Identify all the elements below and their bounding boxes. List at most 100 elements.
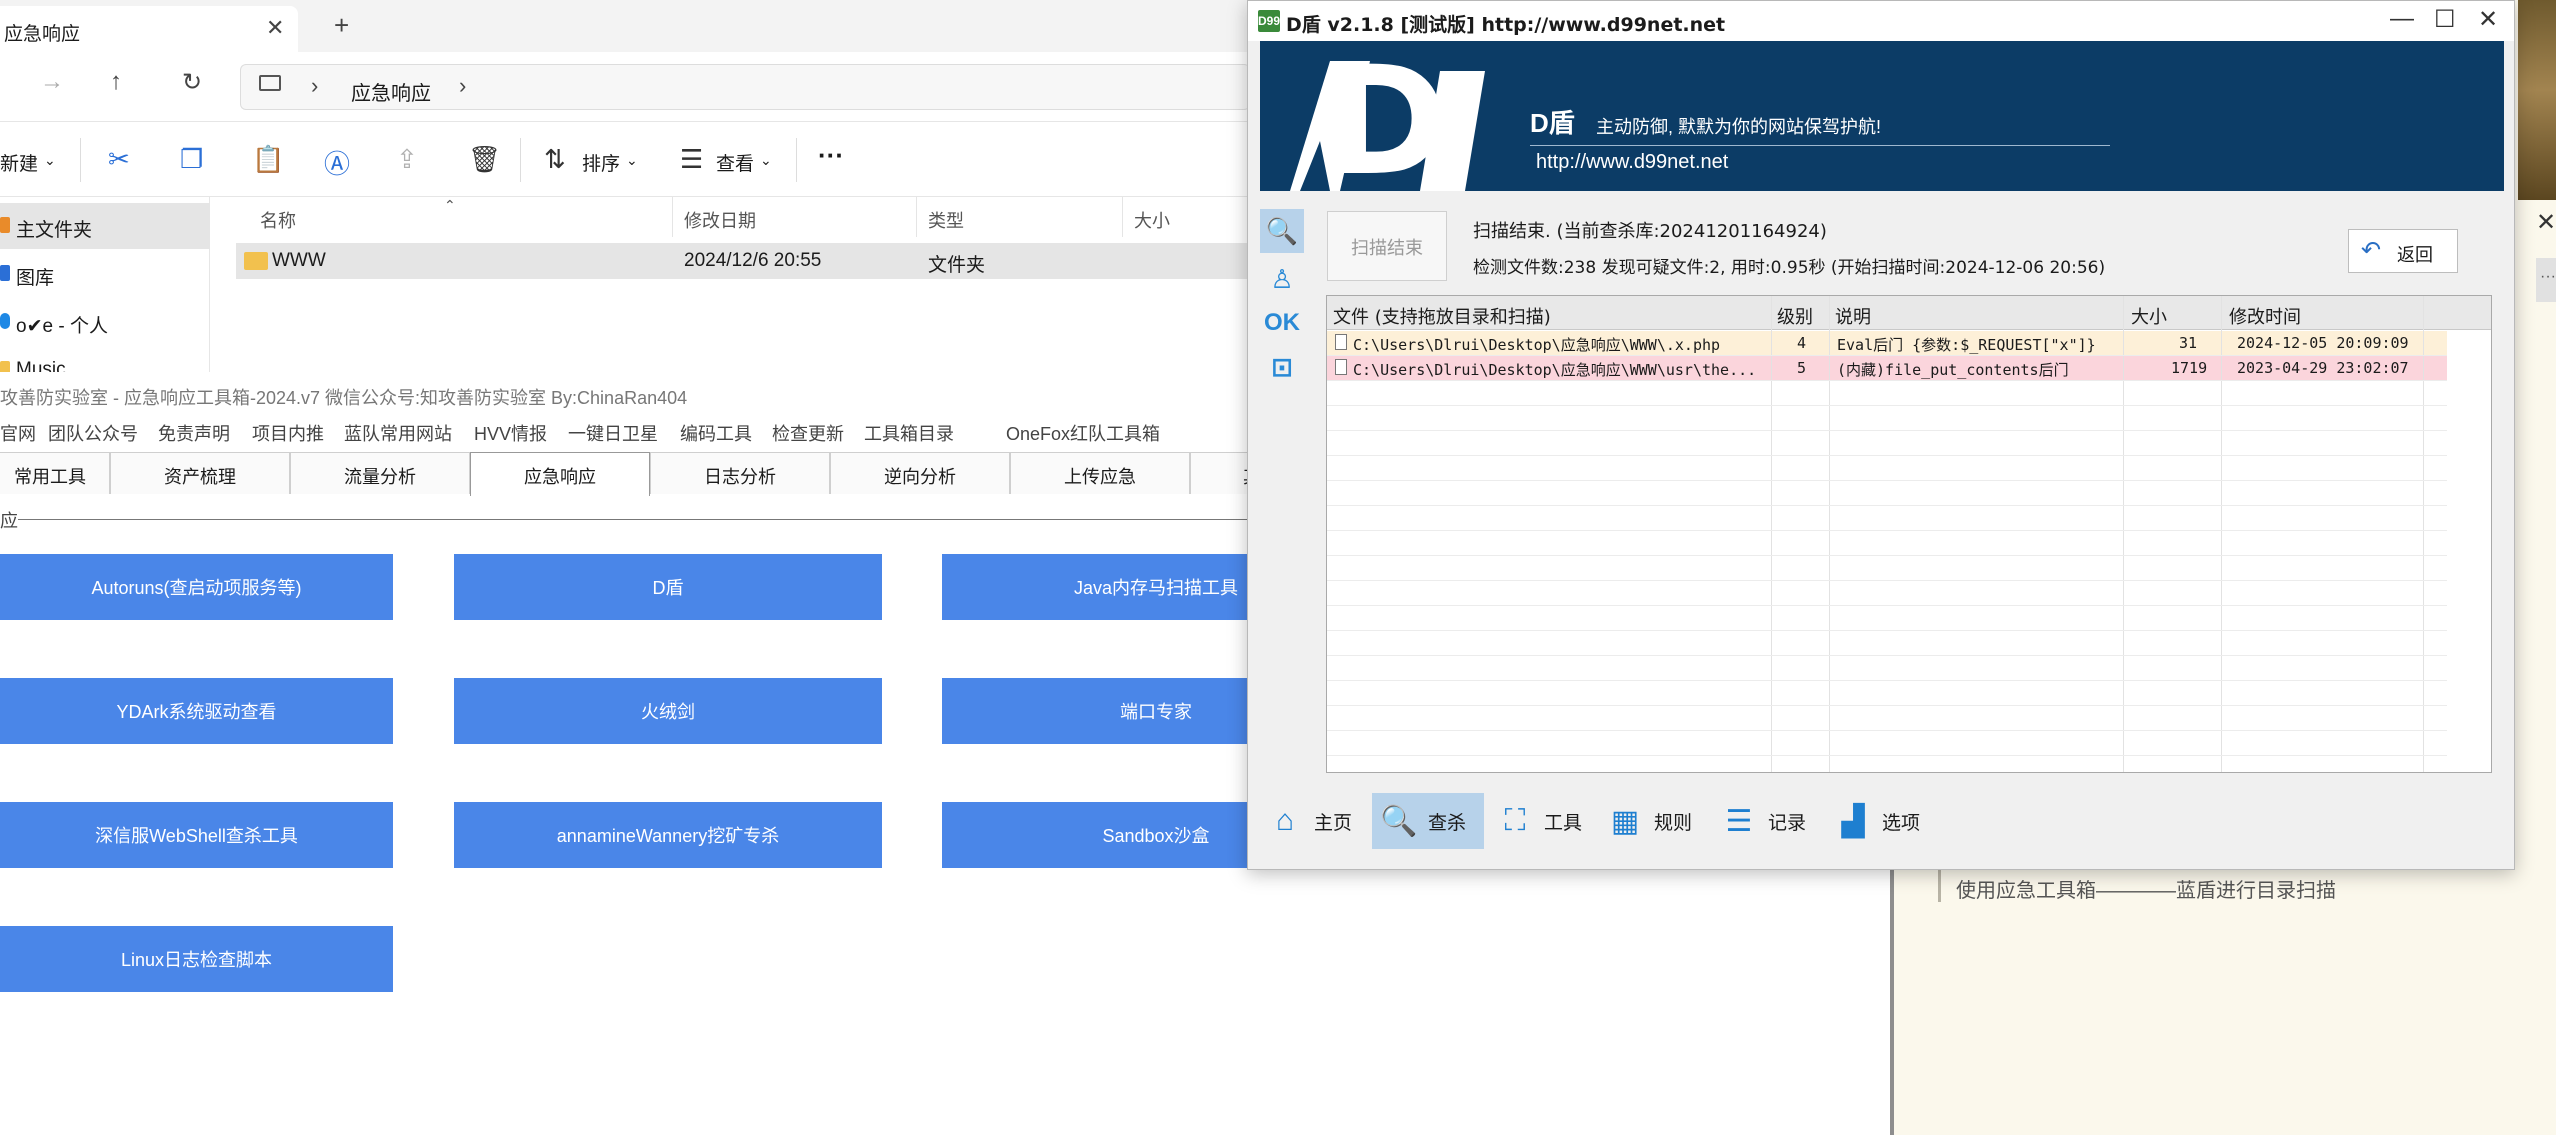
sidebar-item-gallery[interactable]: 图库 (0, 251, 210, 297)
nav-label: 主页 (1314, 812, 1353, 834)
column-divider (1829, 296, 1830, 772)
maximize-icon[interactable]: ☐ (2434, 5, 2456, 34)
sangfor-webshell-button[interactable]: 深信服WebShell查杀工具 (0, 802, 393, 868)
huorong-sword-button[interactable]: 火绒剑 (454, 678, 882, 744)
scan-results-table[interactable]: 文件 (支持拖放目录和扫描) 级别 说明 大小 修改时间 C:\Users\Dl… (1326, 295, 2492, 773)
column-header-size[interactable]: 大小 (2131, 303, 2167, 329)
nav-tools[interactable]: ⛶ 工具 (1488, 793, 1592, 849)
nav-options[interactable]: ▟ 选项 (1826, 793, 1930, 849)
delete-icon[interactable]: 🗑 (468, 144, 501, 175)
cell-size: 1719 (2171, 359, 2208, 377)
tab-emergency-response[interactable]: 应急响应 (470, 452, 650, 496)
column-header-mtime[interactable]: 修改时间 (2229, 303, 2301, 329)
address-bar[interactable]: › 应急响应 › (240, 64, 1250, 110)
close-icon[interactable]: ✕ (2536, 208, 2556, 237)
cut-icon[interactable]: ✂ (108, 144, 130, 175)
table-row[interactable]: C:\Users\Dlrui\Desktop\应急响应\WWW\usr\the.… (1327, 356, 2447, 380)
tab-traffic[interactable]: 流量分析 (290, 452, 470, 494)
menu-item[interactable]: 检查更新 (772, 420, 844, 446)
sidebar-item-music[interactable]: Music (0, 347, 210, 372)
column-divider (672, 197, 673, 237)
chevron-down-icon: ⌄ (626, 152, 638, 168)
explorer-sidebar: 主文件夹 图库 o✔e - 个人 Music (0, 197, 210, 372)
wannacry-miner-kill-button[interactable]: annamineWannery挖矿专杀 (454, 802, 882, 868)
column-header-level[interactable]: 级别 (1777, 303, 1813, 329)
column-header-date[interactable]: 修改日期 (684, 201, 756, 235)
more-options-icon[interactable]: ··· (818, 140, 844, 171)
menu-item[interactable]: 团队公众号 (48, 420, 138, 446)
breadcrumb-separator[interactable]: › (459, 73, 466, 99)
chevron-down-icon: ⌄ (760, 152, 772, 168)
file-icon (1335, 334, 1347, 350)
file-list: 名称 ⌃ 修改日期 类型 大小 WWW 2024/12/6 20:55 文件夹 (236, 197, 1250, 372)
nav-home[interactable]: ⌂ 主页 (1258, 793, 1358, 849)
table-row[interactable]: C:\Users\Dlrui\Desktop\应急响应\WWW\.x.php 4… (1327, 331, 2447, 355)
menu-item[interactable]: 编码工具 (680, 420, 752, 446)
refresh-icon[interactable]: ↻ (182, 68, 202, 97)
nav-records[interactable]: ☰ 记录 (1712, 793, 1816, 849)
menu-item[interactable]: 官网 (0, 420, 36, 446)
dshield-button[interactable]: D盾 (454, 554, 882, 620)
dshield-url[interactable]: http://www.d99net.net (1536, 151, 1728, 174)
menu-item[interactable]: OneFox红队工具箱 (1006, 420, 1160, 446)
close-icon[interactable]: ✕ (266, 15, 284, 41)
dshield-brand: D盾 (1530, 108, 1575, 138)
new-tab-button[interactable]: + (334, 10, 349, 41)
sort-button[interactable]: 排序 (582, 149, 620, 176)
sidebar-item-home[interactable]: 主文件夹 (0, 203, 210, 249)
user-icon[interactable]: ♙ (1260, 257, 1304, 301)
rename-icon[interactable]: Ⓐ (324, 144, 350, 181)
ok-icon[interactable]: OK (1260, 301, 1304, 345)
box-icon[interactable]: ⊡ (1260, 345, 1304, 389)
menu-item[interactable]: 免责声明 (158, 420, 230, 446)
linux-log-check-button[interactable]: Linux日志检查脚本 (0, 926, 393, 992)
tab-common-tools[interactable]: 常用工具 (0, 452, 110, 494)
explorer-tab[interactable]: 应急响应 ✕ (0, 6, 298, 52)
menu-item[interactable]: 项目内推 (252, 420, 324, 446)
tab-log-analysis[interactable]: 日志分析 (650, 452, 830, 494)
sort-icon[interactable]: ⇅ (544, 144, 566, 175)
nav-rules[interactable]: ▦ 规则 (1598, 793, 1702, 849)
table-row[interactable]: WWW 2024/12/6 20:55 文件夹 (236, 243, 1250, 279)
column-header-file[interactable]: 文件 (支持拖放目录和扫描) (1333, 303, 1551, 329)
view-icon[interactable]: ☰ (680, 144, 703, 175)
more-options-icon[interactable]: ··· (2536, 258, 2556, 302)
row-gridline (1327, 680, 2447, 681)
up-arrow-icon[interactable]: ↑ (110, 68, 122, 96)
breadcrumb-separator[interactable]: › (311, 73, 318, 99)
column-header-desc[interactable]: 说明 (1835, 303, 1871, 329)
scan-button[interactable]: 扫描结束 (1327, 211, 1447, 281)
sidebar-item-label: o✔e - 个人 (16, 316, 108, 337)
paste-icon[interactable]: 📋 (252, 144, 284, 175)
column-header-name[interactable]: 名称 (260, 201, 296, 235)
back-button[interactable]: ↶ 返回 (2348, 229, 2458, 273)
new-button[interactable]: 新建 (0, 149, 38, 176)
menu-item[interactable]: 一键日卫星 (568, 420, 658, 446)
nav-scan[interactable]: 🔍 查杀 (1372, 793, 1484, 849)
divider (80, 138, 81, 182)
forward-arrow-icon[interactable]: → (40, 68, 64, 96)
autoruns-button[interactable]: Autoruns(查启动项服务等) (0, 554, 393, 620)
sort-up-icon: ⌃ (444, 197, 456, 213)
menu-item[interactable]: 蓝队常用网站 (344, 420, 452, 446)
column-header-size[interactable]: 大小 (1134, 201, 1170, 235)
ydark-button[interactable]: YDArk系统驱动查看 (0, 678, 393, 744)
tab-reverse[interactable]: 逆向分析 (830, 452, 1010, 494)
breadcrumb[interactable]: 应急响应 (351, 77, 431, 106)
close-icon[interactable]: ✕ (2478, 5, 2498, 34)
gallery-icon (0, 265, 10, 281)
copy-icon[interactable]: ❐ (180, 144, 203, 175)
row-gridline (1327, 630, 2447, 631)
tab-upload[interactable]: 上传应急 (1010, 452, 1190, 494)
row-gridline (1327, 605, 2447, 606)
column-header-type[interactable]: 类型 (928, 201, 964, 235)
scan-summary: 检测文件数:238 发现可疑文件:2, 用时:0.95秒 (开始扫描时间:202… (1473, 258, 2106, 278)
sidebar-item-onedrive[interactable]: o✔e - 个人 (0, 299, 210, 345)
view-button[interactable]: 查看 (716, 149, 754, 176)
minimize-icon[interactable]: — (2390, 5, 2414, 33)
search-icon[interactable]: 🔍 (1260, 209, 1304, 253)
menu-item[interactable]: HVV情报 (474, 420, 547, 446)
menu-item[interactable]: 工具箱目录 (864, 420, 954, 446)
tab-assets[interactable]: 资产梳理 (110, 452, 290, 494)
cell-mtime: 2024-12-05 20:09:09 (2237, 334, 2409, 352)
